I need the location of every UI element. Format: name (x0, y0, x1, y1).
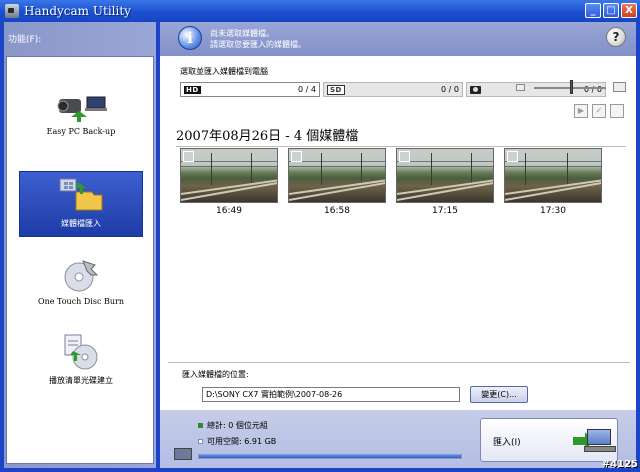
function-easy-pc-backup[interactable]: Easy PC Back-up (19, 91, 143, 151)
small-thumbnail-icon (516, 84, 525, 91)
group-count: 4 個媒體檔 (293, 129, 359, 144)
main-panel: i 尚未選取媒體檔。 請選取您要匯入的媒體檔。 ? 選取並匯入媒體檔到電腦 HD… (160, 22, 636, 468)
info-icon: i (178, 26, 202, 50)
media-thumbnail[interactable]: 16:58 (288, 148, 386, 218)
disc-burn-icon (61, 257, 101, 293)
thumbnail-checkbox[interactable] (507, 151, 518, 162)
function-list: Easy PC Back-up 媒體檔匯入 One Touch Disc Bur… (6, 56, 154, 464)
media-thumbnail[interactable]: 17:15 (396, 148, 494, 218)
hd-badge: HD (184, 85, 201, 94)
function-panel: 功能(F): Easy PC Back-up 媒體檔匯入 One Touch D… (4, 22, 156, 468)
capacity-bar (198, 454, 462, 459)
title-bar[interactable]: Handycam Utility _ □ X (0, 0, 640, 22)
hd-count: 0 / 4 (298, 85, 316, 94)
handycam-app-icon (5, 4, 19, 18)
destination-label: 匯入媒體檔的位置: (182, 370, 249, 379)
import-button[interactable]: 匯入(I) (480, 418, 618, 462)
thumbnail-image (396, 148, 494, 203)
computer-icon (174, 448, 192, 460)
playlist-disc-icon (59, 333, 103, 371)
thumbnail-time: 17:30 (540, 206, 566, 216)
select-all-button[interactable]: ✓ (592, 104, 606, 118)
change-destination-button[interactable]: 變更(C)... (470, 386, 528, 403)
total-size-text: 總計: 0 個位元組 (207, 421, 268, 430)
window-title: Handycam Utility (24, 4, 131, 18)
message-line-1: 尚未選取媒體檔。 (210, 29, 274, 38)
date-group-header: 2007年08月26日 - 4 個媒體檔 (176, 125, 626, 147)
filter-sd[interactable]: SD 0 / 0 (323, 82, 463, 97)
free-space-text: 可用空間: 6.91 GB (207, 437, 277, 446)
thumbnail-size-slider[interactable] (516, 78, 626, 98)
watermark: #4125 (601, 459, 638, 470)
function-label: Easy PC Back-up (46, 127, 116, 136)
thumbnail-image (288, 148, 386, 203)
destination-path-field[interactable]: D:\SONY CX7 實拍範例\2007-08-26 (202, 387, 460, 402)
message-bar: i 尚未選取媒體檔。 請選取您要匯入的媒體檔。 ? (160, 22, 636, 56)
camera-icon (470, 85, 481, 94)
thumbnail-time: 16:49 (216, 206, 242, 216)
slider-knob[interactable] (570, 80, 573, 94)
message-line-2: 請選取您要匯入的媒體檔。 (210, 40, 306, 49)
capacity-fill (199, 455, 461, 458)
maximize-button[interactable]: □ (603, 3, 619, 18)
camcorder-backup-icon (51, 91, 111, 123)
folder-import-icon (56, 176, 106, 214)
thumbnail-image (504, 148, 602, 203)
media-selection-area: 選取並匯入媒體檔到電腦 HD 0 / 4 SD 0 / 0 0 / 0 (168, 60, 630, 126)
function-header: 功能(F): (8, 35, 42, 45)
total-legend-icon (198, 423, 203, 428)
function-label: 播放清單光碟建立 (49, 376, 113, 385)
sd-badge: SD (327, 84, 345, 95)
sd-count: 0 / 0 (441, 85, 459, 94)
thumbnail-checkbox[interactable] (399, 151, 410, 162)
selection-title: 選取並匯入媒體檔到電腦 (180, 67, 268, 76)
import-arrow-icon (573, 432, 593, 450)
close-button[interactable]: X (621, 3, 637, 18)
function-playlist-disc[interactable]: 播放清單光碟建立 (19, 333, 143, 399)
media-thumbnail[interactable]: 16:49 (180, 148, 278, 218)
thumbnail-time: 16:58 (324, 206, 350, 216)
function-one-touch-disc-burn[interactable]: One Touch Disc Burn (19, 257, 143, 321)
thumbnail-grid: 16:49 16:58 17:15 17:30 (180, 148, 620, 218)
thumbnail-time: 17:15 (432, 206, 458, 216)
deselect-all-button[interactable] (610, 104, 624, 118)
minimize-button[interactable]: _ (585, 3, 601, 18)
function-label: 媒體檔匯入 (61, 219, 101, 228)
filter-hd[interactable]: HD 0 / 4 (180, 82, 320, 97)
help-button[interactable]: ? (606, 27, 626, 47)
window-controls: _ □ X (585, 3, 637, 18)
thumbnail-checkbox[interactable] (183, 151, 194, 162)
status-bar: 總計: 0 個位元組 可用空間: 6.91 GB 匯入(I) (160, 410, 636, 468)
laptop-icon (584, 429, 616, 452)
play-button[interactable]: ▶ (574, 104, 588, 118)
app-window: Handycam Utility _ □ X 功能(F): Easy PC Ba… (0, 0, 640, 472)
function-label: One Touch Disc Burn (38, 297, 124, 306)
group-date: 2007年08月26日 (176, 129, 282, 144)
group-separator: - (281, 129, 294, 144)
destination-section: 匯入媒體檔的位置: D:\SONY CX7 實拍範例\2007-08-26 變更… (168, 362, 630, 408)
media-thumbnail[interactable]: 17:30 (504, 148, 602, 218)
total-size: 總計: 0 個位元組 (198, 420, 268, 431)
thumbnail-image (180, 148, 278, 203)
thumbnail-checkbox[interactable] (291, 151, 302, 162)
thumbnail-toolbar: ▶ ✓ (574, 104, 624, 118)
function-media-import[interactable]: 媒體檔匯入 (19, 171, 143, 237)
free-legend-icon (198, 439, 203, 444)
import-label: 匯入(I) (493, 438, 521, 448)
large-thumbnail-icon (613, 82, 626, 92)
free-space: 可用空間: 6.91 GB (198, 436, 276, 447)
